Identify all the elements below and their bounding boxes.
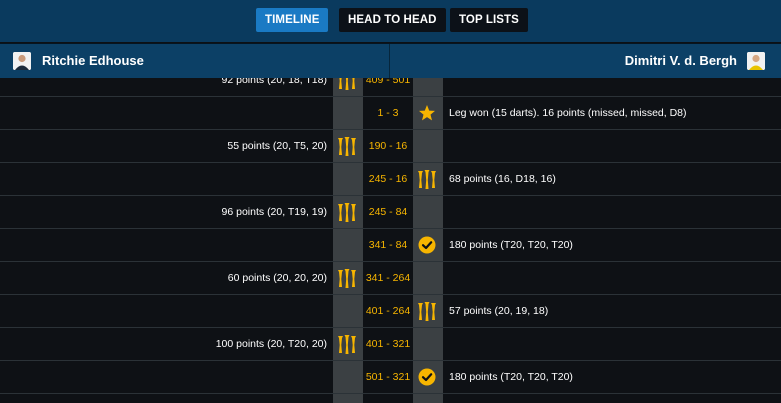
player-left-avatar <box>13 52 31 70</box>
right-player-event: 180 points (T20, T20, T20) <box>449 239 573 251</box>
score-value: 341 - 264 <box>365 272 411 284</box>
timeline-row: 68 points (16, D18, 16) 245 - 16 <box>0 163 781 196</box>
darts-icon <box>336 267 358 289</box>
checkmark-icon <box>416 234 438 256</box>
left-player-event: 60 points (20, 20, 20) <box>227 272 327 284</box>
score-value: 401 - 321 <box>365 338 411 350</box>
darts-icon <box>416 168 438 190</box>
right-player-event: 57 points (20, 19, 18) <box>449 305 549 317</box>
darts-icon <box>416 300 438 322</box>
left-player-event: 100 points (20, T20, 20) <box>215 338 327 350</box>
timeline-row: 60 points (20, 20, 20) 341 - 264 <box>0 262 781 295</box>
score-value: 245 - 84 <box>368 206 408 218</box>
tab-timeline[interactable]: TIMELINE <box>256 8 329 32</box>
timeline-row: 100 points (20, T20, 20) 401 - 321 <box>0 328 781 361</box>
right-player-event: Leg won (15 darts). 16 points (missed, m… <box>449 107 687 119</box>
timeline-list: 92 points (20, 18, T18) 409 - 501 Leg won … <box>0 78 781 403</box>
right-player-event: 68 points (16, D18, 16) <box>449 173 556 185</box>
player-right-name: Dimitri V. d. Bergh <box>624 53 737 68</box>
timeline-row: Leg won (15 darts). 16 points (missed, m… <box>0 97 781 130</box>
score-value: 245 - 16 <box>368 173 408 185</box>
timeline-row: 92 points (20, 18, T18) 409 - 501 <box>0 78 781 97</box>
score-value: 190 - 16 <box>368 140 408 152</box>
checkmark-icon <box>416 366 438 388</box>
right-player-event: 180 points (T20, T20, T20) <box>449 371 573 383</box>
darts-icon <box>336 135 358 157</box>
score-value: 341 - 84 <box>368 239 408 251</box>
players-bar: Ritchie Edhouse Dimitri V. d. Bergh <box>0 43 781 78</box>
darts-icon <box>336 201 358 223</box>
player-right-avatar <box>747 52 765 70</box>
left-player-event: 55 points (20, T5, 20) <box>227 140 327 152</box>
timeline-row: 180 points (T20, T20, T20) 501 - 321 <box>0 361 781 394</box>
timeline-row: 55 points (20, T5, 20) 190 - 16 <box>0 130 781 163</box>
score-value: 501 - 321 <box>365 371 411 383</box>
timeline-row: 180 points (T20, T20, T20) 341 - 84 <box>0 229 781 262</box>
timeline-row: 57 points (20, 19, 18) 401 - 264 <box>0 295 781 328</box>
darts-icon <box>336 333 358 355</box>
tab-top-lists[interactable]: TOP LISTS <box>450 8 528 32</box>
star-icon <box>416 102 438 124</box>
player-left-name: Ritchie Edhouse <box>42 53 144 68</box>
timeline-row: 96 points (20, T19, 19) 245 - 84 <box>0 196 781 229</box>
score-value: 1 - 3 <box>377 107 399 119</box>
header-bar: TIMELINE HEAD TO HEAD TOP LISTS <box>0 0 781 42</box>
left-player-event: 96 points (20, T19, 19) <box>221 206 327 218</box>
left-player-event: 92 points (20, 18, T18) <box>221 78 327 86</box>
score-value: 409 - 501 <box>365 78 411 86</box>
players-divider <box>389 44 390 78</box>
score-value: 401 - 264 <box>365 305 411 317</box>
darts-icon <box>336 78 358 91</box>
tab-head-to-head[interactable]: HEAD TO HEAD <box>339 8 446 32</box>
